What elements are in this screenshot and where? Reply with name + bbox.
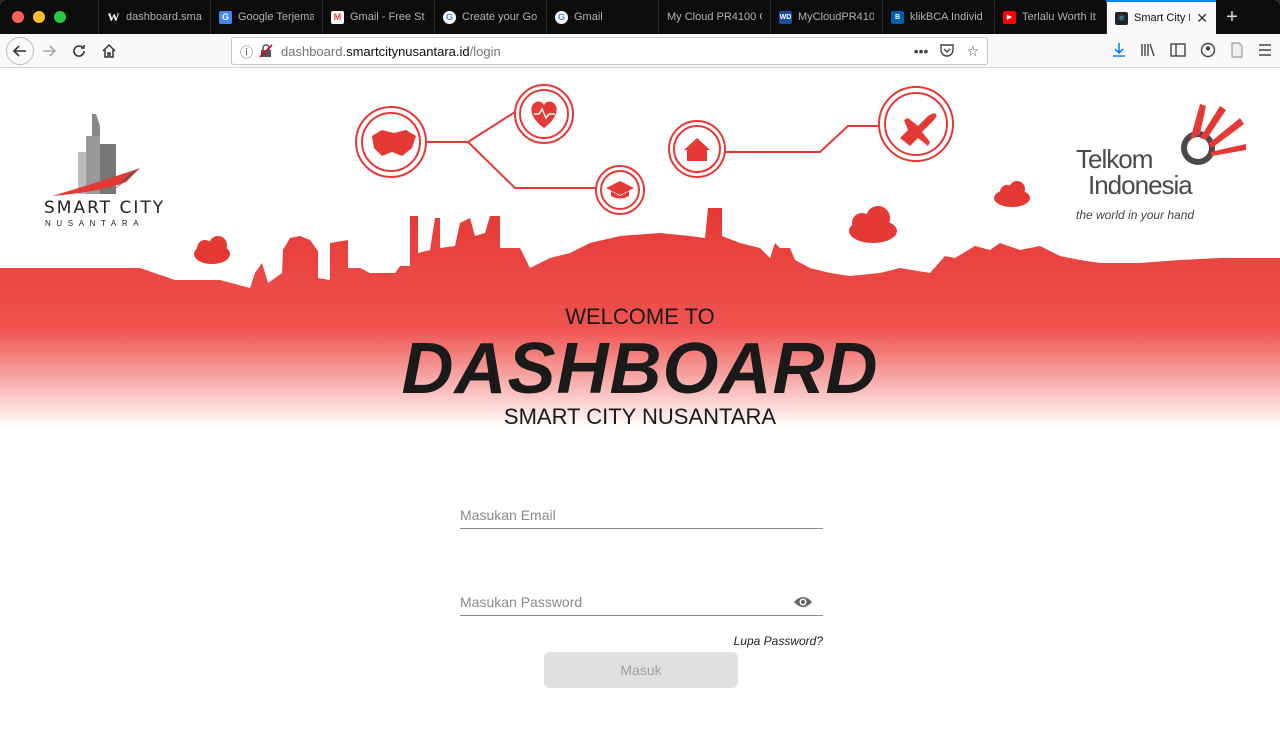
google-icon: G [555,10,568,24]
reader-view-icon[interactable] [1230,41,1244,61]
telkom-logo-icon [1181,104,1246,165]
window-controls [0,0,98,34]
password-field-wrapper [460,588,823,616]
browser-tab[interactable]: G Create your Go [434,0,546,34]
reload-icon [73,44,85,57]
service-icons [355,84,954,215]
library-icon[interactable] [1140,43,1156,60]
navigation-bar: ⓘ dashboard. smartcitynusantara.id/login … [0,34,1280,68]
arrow-left-icon [12,44,26,57]
login-button[interactable]: Masuk [544,652,738,688]
close-window-button[interactable] [12,11,24,23]
insecure-lock-icon[interactable] [259,44,273,58]
wd-icon: WD [779,10,792,24]
arrow-right-icon [43,44,57,57]
toolbar-right [1112,38,1272,64]
home-icon [102,43,116,58]
password-field[interactable] [460,588,823,615]
browser-tab[interactable]: My Cloud PR4100 C [658,0,770,34]
reload-button[interactable] [64,36,94,66]
new-tab-button[interactable]: + [1216,0,1248,34]
minimize-window-button[interactable] [33,11,45,23]
page-title: DASHBOARD [401,329,879,409]
back-button[interactable] [6,36,34,65]
info-icon[interactable]: ⓘ [240,42,253,61]
email-field-wrapper [460,501,823,529]
google-icon: G [443,10,456,24]
forgot-password-link[interactable]: Lupa Password? [600,634,823,648]
gmail-icon: M [331,10,344,24]
welcome-heading: WELCOME TO [565,304,715,329]
more-actions-icon[interactable]: ••• [914,43,929,60]
address-bar[interactable]: ⓘ dashboard. smartcitynusantara.id/login … [231,37,988,65]
nusantara-logo-text: NUSANTARA [45,219,145,228]
telkom-tagline: the world in your hand [1076,208,1195,222]
home-button[interactable] [94,36,124,66]
eye-icon[interactable] [793,595,813,609]
email-field[interactable] [460,501,823,528]
menu-icon[interactable] [1258,43,1272,59]
close-tab-icon[interactable]: ✕ [1196,10,1208,27]
browser-tab[interactable]: WD MyCloudPR410 [770,0,882,34]
browser-tab-active[interactable]: ⚛ Smart City N ✕ [1106,0,1216,34]
page-subtitle: SMART CITY NUSANTARA [503,404,777,429]
google-translate-icon: G [219,10,232,24]
browser-tab[interactable]: ▶ Terlalu Worth It [994,0,1106,34]
browser-tab[interactable]: G Google Terjema [210,0,322,34]
browser-tab[interactable]: W dashboard.sma [98,0,210,34]
react-icon: ⚛ [1115,11,1128,25]
login-page: SMART CITY NUSANTARA Telkom Indonesia th… [0,68,1280,749]
tab-strip: W dashboard.sma G Google Terjema M Gmail… [0,0,1280,34]
zoom-window-button[interactable] [54,11,66,23]
wikipedia-w-icon: W [107,9,120,24]
browser-window: W dashboard.sma G Google Terjema M Gmail… [0,0,1280,749]
smart-city-logo-text: SMART CITY [44,198,166,218]
bca-icon: B [891,10,904,24]
pocket-icon[interactable] [940,43,955,60]
bookmark-star-icon[interactable]: ☆ [966,43,979,60]
indonesia-logo-text: Indonesia [1088,170,1193,200]
download-icon[interactable] [1112,42,1126,61]
browser-tab[interactable]: G Gmail [546,0,658,34]
browser-tab[interactable]: B klikBCA Individ [882,0,994,34]
browser-tab[interactable]: M Gmail - Free St [322,0,434,34]
forward-button[interactable] [34,36,64,66]
sidebar-icon[interactable] [1170,42,1186,60]
account-icon[interactable] [1200,42,1216,61]
youtube-icon: ▶ [1003,10,1016,24]
